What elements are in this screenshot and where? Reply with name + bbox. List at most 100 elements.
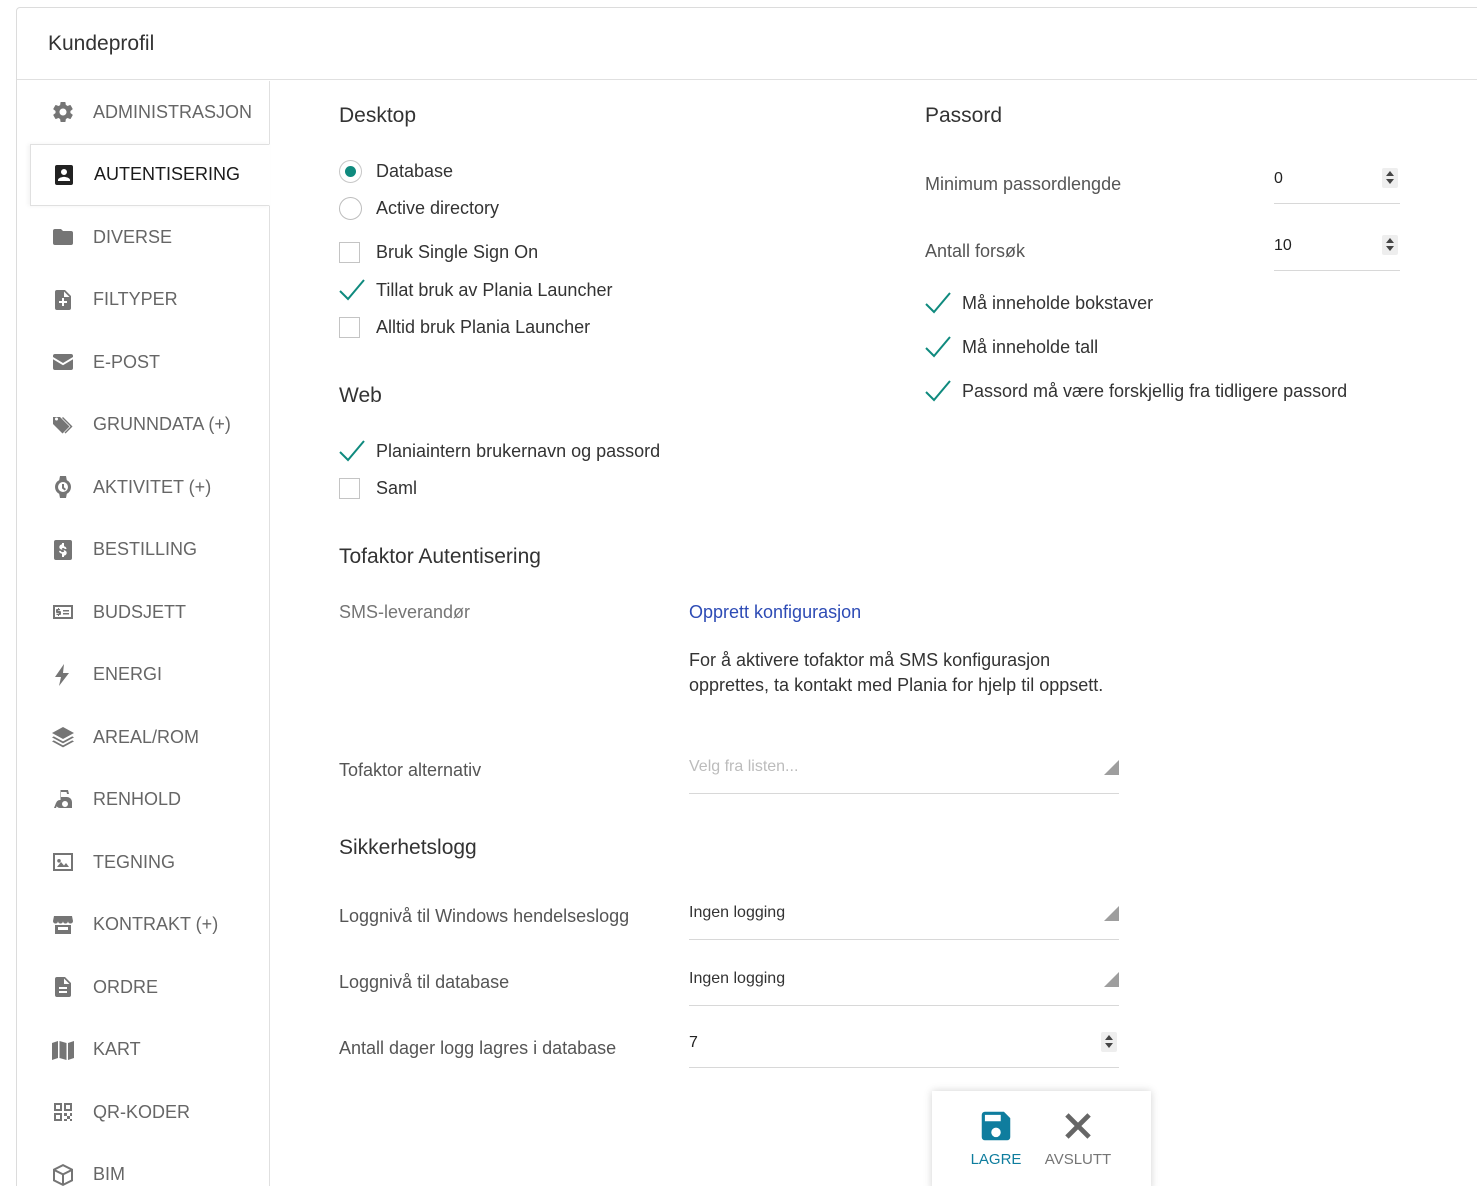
log-days-value: 7 [689, 1034, 698, 1051]
document-icon [50, 974, 76, 1000]
floppy-disk-icon [981, 1111, 1011, 1141]
checkbox-internal-login[interactable]: Planiaintern brukernavn og passord [339, 439, 660, 463]
sidebar-item-e-post[interactable]: E-POST [17, 331, 269, 394]
sidebar-item-aktivitet[interactable]: AKTIVITET (+) [17, 456, 269, 519]
desktop-section-title: Desktop [339, 104, 417, 127]
action-bar: LAGRE AVSLUTT [932, 1091, 1151, 1186]
checkmark-icon[interactable] [925, 291, 951, 315]
checkbox-different-label: Passord må være forskjellig fra tidliger… [962, 380, 1348, 401]
sidebar-item-label: AREAL/ROM [93, 726, 200, 747]
window-title: Kundeprofil [17, 8, 1477, 80]
tags-icon [50, 412, 76, 438]
db-log-select[interactable]: Ingen logging [689, 966, 1119, 1006]
exit-button[interactable]: AVSLUTT [1038, 1107, 1118, 1168]
db-log-value: Ingen logging [689, 970, 786, 987]
windows-log-label: Loggnivå til Windows hendelseslogg [339, 906, 630, 926]
password-section-title: Passord [925, 104, 1003, 127]
sidebar-item-budsjett[interactable]: BUDSJETT [17, 581, 269, 644]
checkmark-icon[interactable] [339, 439, 365, 463]
checkbox-letters[interactable]: Må inneholde bokstaver [925, 291, 1153, 315]
sidebar-item-filtyper[interactable]: FILTYPER [17, 269, 269, 332]
log-days-label: Antall dager logg lagres i database [339, 1038, 617, 1058]
checkbox-allow-launcher[interactable]: Tillat bruk av Plania Launcher [339, 278, 612, 302]
checkbox-sso[interactable]: Bruk Single Sign On [339, 242, 538, 263]
log-days-input[interactable]: 7 [689, 1028, 1119, 1068]
checkbox-always-launcher-label: Alltid bruk Plania Launcher [376, 317, 591, 337]
checkbox-different[interactable]: Passord må være forskjellig fra tidliger… [925, 379, 1347, 403]
sidebar-item-bestilling[interactable]: BESTILLING [17, 519, 269, 582]
sidebar-item-label: ORDRE [93, 976, 159, 997]
windows-log-select[interactable]: Ingen logging [689, 900, 1119, 940]
dropdown-arrow-icon [1104, 760, 1119, 775]
checkmark-icon[interactable] [925, 335, 951, 359]
twofactor-alt-select[interactable]: Velg fra listen... [689, 754, 1119, 794]
checkmark-icon[interactable] [925, 379, 951, 403]
sidebar-item-label: TEGNING [93, 851, 176, 872]
checkbox-saml[interactable]: Saml [339, 478, 417, 499]
dropdown-arrow-icon [1104, 906, 1119, 921]
sidebar-item-diverse[interactable]: DIVERSE [17, 206, 269, 269]
cube-icon [50, 1162, 76, 1186]
sidebar-item-qr-koder[interactable]: QR-KODER [17, 1081, 269, 1144]
checkbox-saml-label: Saml [376, 478, 418, 498]
checkmark-icon[interactable] [339, 278, 365, 302]
twofactor-info-text: For å aktivere tofaktor må SMS konfigura… [689, 650, 1104, 695]
sidebar-item-tegning[interactable]: TEGNING [17, 831, 269, 894]
file-plus-icon [50, 287, 76, 313]
min-length-value: 0 [1274, 170, 1283, 187]
checkbox-box[interactable] [339, 242, 360, 263]
sidebar: ADMINISTRASJON AUTENTISERING DIVERSE FIL… [17, 81, 270, 1186]
radio-active-directory-label: Active directory [376, 198, 500, 218]
sidebar-item-label: BESTILLING [93, 539, 198, 560]
create-config-link[interactable]: Opprett konfigurasjon [689, 602, 861, 623]
twofactor-section-title: Tofaktor Autentisering [339, 545, 541, 568]
checkbox-internal-login-label: Planiaintern brukernavn og passord [376, 440, 661, 461]
twofactor-alt-placeholder: Velg fra listen... [689, 758, 799, 775]
checkbox-always-launcher[interactable]: Alltid bruk Plania Launcher [339, 317, 590, 338]
sidebar-item-label: ADMINISTRASJON [93, 101, 253, 122]
radio-active-directory[interactable]: Active directory [339, 197, 499, 220]
qr-code-icon [50, 1099, 76, 1125]
checkbox-box[interactable] [339, 478, 360, 499]
layers-icon [50, 724, 76, 750]
sidebar-item-label: AKTIVITET (+) [93, 476, 212, 497]
sidebar-item-bim[interactable]: BIM [17, 1144, 269, 1186]
save-button[interactable]: LAGRE [956, 1107, 1036, 1168]
radio-database-label: Database [376, 161, 454, 181]
db-log-label: Loggnivå til database [339, 972, 510, 992]
gear-icon [50, 99, 76, 125]
radio-database[interactable]: Database [339, 160, 453, 183]
bolt-icon [50, 662, 76, 688]
sms-provider-label: SMS-leverandør [339, 602, 471, 622]
number-spinner[interactable] [1101, 1032, 1117, 1052]
sidebar-item-kontrakt[interactable]: KONTRAKT (+) [17, 894, 269, 957]
sidebar-item-administrasjon[interactable]: ADMINISTRASJON [17, 81, 269, 144]
id-card-icon [51, 162, 77, 188]
sidebar-item-label: E-POST [93, 351, 161, 372]
sidebar-item-label: BIM [93, 1164, 126, 1185]
sidebar-item-areal-rom[interactable]: AREAL/ROM [17, 706, 269, 769]
sidebar-item-label: RENHOLD [93, 789, 182, 810]
sidebar-item-label: FILTYPER [93, 289, 178, 310]
image-icon [50, 849, 76, 875]
sidebar-item-energi[interactable]: ENERGI [17, 644, 269, 707]
securitylog-section-title: Sikkerhetslogg [339, 836, 477, 859]
sidebar-item-renhold[interactable]: RENHOLD [17, 769, 269, 832]
envelope-icon [50, 349, 76, 375]
number-spinner[interactable] [1382, 235, 1398, 255]
sidebar-item-kart[interactable]: KART [17, 1019, 269, 1082]
sidebar-item-label: GRUNNDATA (+) [93, 414, 231, 435]
sidebar-item-autentisering[interactable]: AUTENTISERING [30, 143, 270, 206]
radio-button[interactable] [339, 197, 362, 220]
checkbox-letters-label: Må inneholde bokstaver [962, 292, 1154, 313]
checkbox-numbers[interactable]: Må inneholde tall [925, 335, 1098, 359]
attempts-label: Antall forsøk [925, 241, 1026, 261]
checkbox-numbers-label: Må inneholde tall [962, 336, 1099, 357]
checkbox-box[interactable] [339, 317, 360, 338]
radio-button-selected[interactable] [339, 160, 362, 183]
sidebar-item-grunndata[interactable]: GRUNNDATA (+) [17, 394, 269, 457]
min-length-input[interactable]: 0 [1274, 164, 1400, 204]
attempts-input[interactable]: 10 [1274, 231, 1400, 271]
sidebar-item-ordre[interactable]: ORDRE [17, 956, 269, 1019]
number-spinner[interactable] [1382, 168, 1398, 188]
